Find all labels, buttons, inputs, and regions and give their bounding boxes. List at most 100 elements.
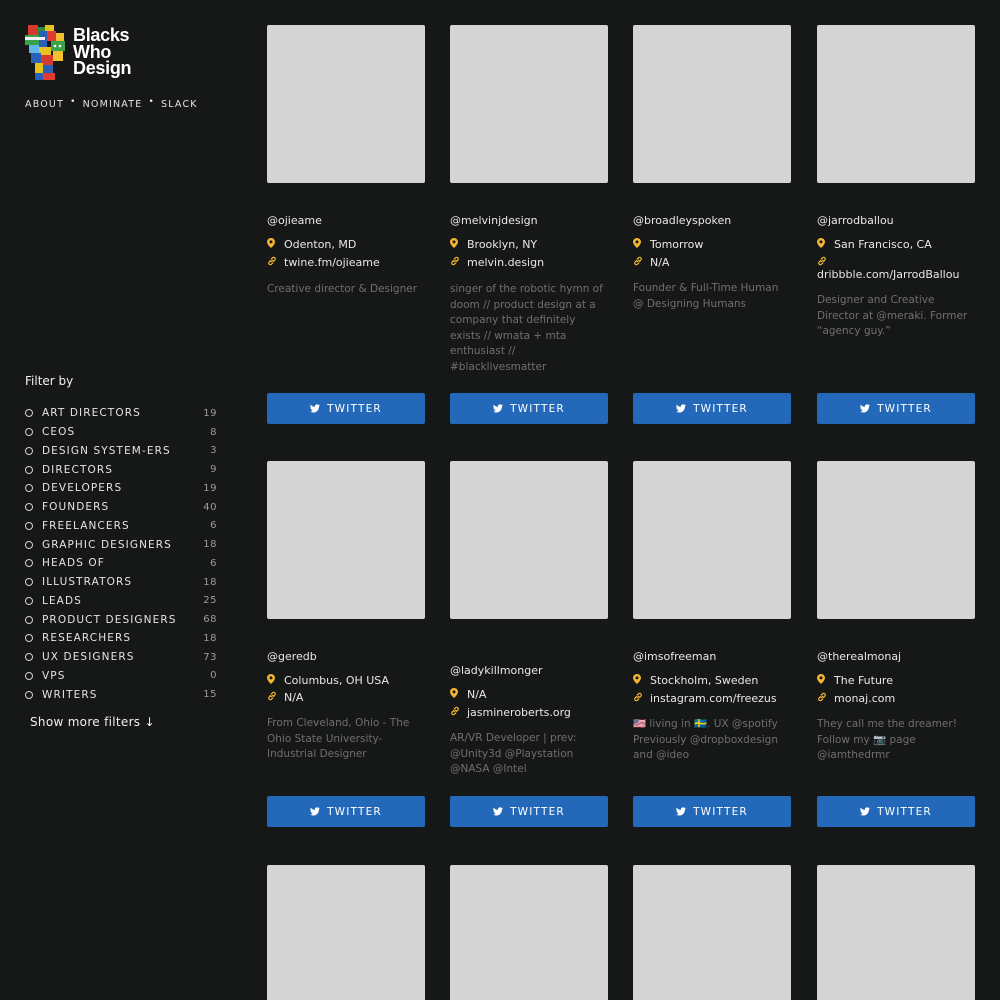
filter-option[interactable]: VPS 0 [25,667,217,686]
location-pin-icon [633,238,650,251]
radio-icon[interactable] [25,503,33,512]
profile-photo [450,25,608,183]
profile-photo [267,865,425,1000]
card-handle[interactable]: @ojieame [267,214,322,227]
designer-card: @ladykillmonger N/A jasmineroberts.org AR/V… [450,461,608,827]
filter-option[interactable]: FOUNDERS 40 [25,498,217,517]
radio-icon[interactable] [25,596,33,605]
radio-icon[interactable] [25,559,33,568]
nav-about-link[interactable]: ABOUT [25,99,64,110]
filter-option[interactable]: DESIGN SYSTEM-ERS 3 [25,442,217,461]
twitter-button[interactable]: TWITTER [267,393,425,424]
radio-icon[interactable] [25,409,33,418]
card-handle[interactable]: @therealmonaj [817,650,901,663]
twitter-button[interactable]: TWITTER [450,393,608,424]
link-icon [450,706,467,719]
card-handle[interactable]: @geredb [267,650,317,663]
card-link[interactable]: instagram.com/freezus [633,692,793,705]
twitter-icon [493,807,510,816]
designer-card: @broadleyspoken Tomorrow N/A Founder & Full… [633,25,791,424]
twitter-button[interactable]: TWITTER [817,796,975,827]
radio-icon[interactable] [25,690,33,699]
filter-count: 0 [210,670,217,682]
twitter-button[interactable]: TWITTER [633,393,791,424]
link-text[interactable]: dribbble.com/JarrodBallou [817,268,959,281]
filter-option[interactable]: CEOS 8 [25,423,217,442]
filter-option[interactable]: GRAPHIC DESIGNERS 18 [25,535,217,554]
twitter-icon [310,404,327,413]
radio-icon[interactable] [25,446,33,455]
card-handle[interactable]: @ladykillmonger [450,664,543,677]
radio-icon[interactable] [25,521,33,530]
designer-card: @therealmonaj The Future monaj.com They cal… [817,461,975,827]
filter-option[interactable]: RESEARCHERS 18 [25,629,217,648]
location-text: San Francisco, CA [834,238,932,251]
twitter-button[interactable]: TWITTER [450,796,608,827]
card-link[interactable]: N/A [267,691,427,704]
card-link[interactable]: melvin.design [450,256,610,269]
card-handle[interactable]: @imsofreeman [633,650,716,663]
location-pin-icon [450,238,467,251]
link-text[interactable]: jasmineroberts.org [467,706,610,719]
card-link[interactable]: twine.fm/ojieame [267,256,427,269]
link-icon [450,256,467,269]
card-handle[interactable]: @broadleyspoken [633,214,731,227]
link-text[interactable]: twine.fm/ojieame [284,256,427,269]
twitter-button[interactable]: TWITTER [817,393,975,424]
filter-count: 15 [203,689,217,701]
filter-label: GRAPHIC DESIGNERS [42,538,172,551]
link-text[interactable]: monaj.com [834,692,977,705]
radio-icon[interactable] [25,465,33,474]
card-bio: Creative director & Designer [267,283,418,295]
location-pin-icon [817,674,834,687]
nav-nominate-link[interactable]: NOMINATE [83,99,143,110]
location-pin-icon [267,674,284,687]
twitter-button[interactable]: TWITTER [633,796,791,827]
radio-icon[interactable] [25,653,33,662]
radio-icon[interactable] [25,578,33,587]
filter-option[interactable]: DIRECTORS 9 [25,460,217,479]
card-handle[interactable]: @melvinjdesign [450,214,538,227]
card-handle[interactable]: @jarrodballou [817,214,894,227]
radio-icon[interactable] [25,671,33,680]
radio-icon[interactable] [25,615,33,624]
filter-option[interactable]: FREELANCERS 6 [25,517,217,536]
link-text[interactable]: N/A [650,256,793,269]
show-more-filters-button[interactable]: Show more filters ↓ [30,715,155,729]
filter-count: 68 [203,614,217,626]
filter-option[interactable]: HEADS OF 6 [25,554,217,573]
filter-option[interactable]: UX DESIGNERS 73 [25,648,217,667]
filter-label: VPS [42,669,66,682]
radio-icon[interactable] [25,484,33,493]
card-link[interactable]: jasmineroberts.org [450,706,610,719]
radio-icon[interactable] [25,634,33,643]
location-text: Tomorrow [650,238,704,251]
card-link[interactable]: N/A [633,256,793,269]
filter-count: 40 [203,501,217,513]
twitter-icon [676,404,693,413]
link-text[interactable]: N/A [284,691,427,704]
filter-count: 3 [210,445,217,457]
radio-icon[interactable] [25,428,33,437]
filter-option[interactable]: ART DIRECTORS 19 [25,404,217,423]
twitter-button-label: TWITTER [327,402,382,415]
filter-option[interactable]: LEADS 25 [25,592,217,611]
nav-slack-link[interactable]: SLACK [161,99,198,110]
link-text[interactable]: instagram.com/freezus [650,692,793,705]
profile-photo [633,865,791,1000]
card-link[interactable]: monaj.com [817,692,977,705]
filter-option[interactable]: ILLUSTRATORS 18 [25,573,217,592]
designer-card [633,865,791,1000]
filter-option[interactable]: WRITERS 15 [25,685,217,704]
logo[interactable]: Blacks Who Design [25,25,135,83]
filter-label: RESEARCHERS [42,632,132,645]
radio-icon[interactable] [25,540,33,549]
filter-option[interactable]: PRODUCT DESIGNERS 68 [25,610,217,629]
filter-option[interactable]: DEVELOPERS 19 [25,479,217,498]
link-text[interactable]: melvin.design [467,256,610,269]
twitter-button[interactable]: TWITTER [267,796,425,827]
twitter-button-label: TWITTER [510,805,565,818]
location-text: Columbus, OH USA [284,674,390,687]
filter-count: 6 [210,557,217,569]
card-link[interactable]: dribbble.com/JarrodBallou [817,256,977,281]
